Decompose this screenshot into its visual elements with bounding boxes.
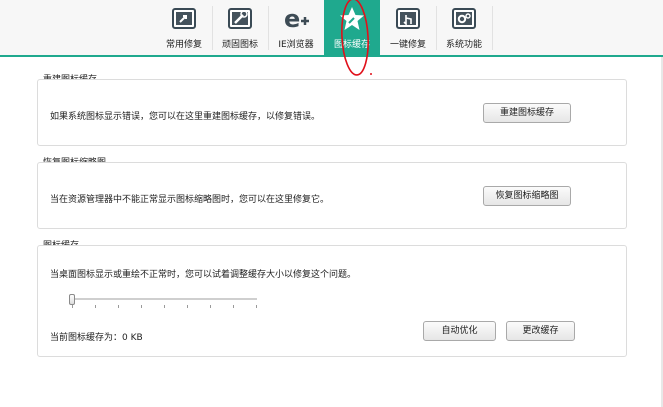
- common-repair-icon: [170, 5, 198, 33]
- tab-one-click-repair[interactable]: 一键修复: [380, 0, 436, 55]
- tab-label: 顽固图标: [221, 40, 258, 50]
- tab-label: 图标缓存: [333, 40, 370, 50]
- slider-tick: [72, 305, 73, 308]
- slider-tick: [118, 305, 119, 308]
- tab-label: 一键修复: [389, 40, 426, 50]
- slider-tick: [256, 305, 257, 308]
- cache-size-slider-handle[interactable]: [69, 294, 75, 305]
- auto-optimize-button[interactable]: 自动优化: [423, 321, 496, 341]
- ie-browser-icon: e: [282, 5, 310, 33]
- thumbnail-description: 当在资源管理器中不能正常显示图标缩略图时，您可以在这里修复它。: [50, 195, 330, 205]
- tab-common-repair[interactable]: 常用修复: [156, 0, 212, 55]
- slider-tick: [210, 305, 211, 308]
- top-toolbar: 常用修复 顽固图标 e IE浏览器 图标缓存 一键修复 系统功能: [0, 0, 663, 57]
- stubborn-icon-tool-icon: [226, 5, 254, 33]
- svg-text:e: e: [284, 5, 300, 33]
- slider-tick: [95, 305, 96, 308]
- slider-tick: [233, 305, 234, 308]
- system-gear-icon: [450, 5, 478, 33]
- current-cache-size: 当前图标缓存为：0 KB: [50, 333, 143, 343]
- one-click-repair-icon: [394, 5, 422, 33]
- tab-icon-cache[interactable]: 图标缓存: [324, 0, 380, 55]
- tab-label: 常用修复: [165, 40, 202, 50]
- tab-ie-browser[interactable]: e IE浏览器: [268, 0, 324, 55]
- rebuild-description: 如果系统图标显示错误，您可以在这里重建图标缓存，以修复错误。: [50, 112, 321, 122]
- slider-tick: [164, 305, 165, 308]
- cache-description: 当桌面图标显示或重绘不正常时，您可以试着调整缓存大小以修复这个问题。: [50, 270, 357, 280]
- tab-label: 系统功能: [445, 40, 482, 50]
- tab-label: IE浏览器: [278, 40, 314, 50]
- slider-tick: [141, 305, 142, 308]
- icon-cache-star-icon: [338, 5, 366, 33]
- change-cache-button[interactable]: 更改缓存: [506, 321, 575, 341]
- slider-tick: [187, 305, 188, 308]
- tab-system-functions[interactable]: 系统功能: [436, 0, 492, 55]
- rebuild-cache-button[interactable]: 重建图标缓存: [483, 103, 571, 123]
- restore-thumbnail-button[interactable]: 恢复图标缩略图: [483, 186, 571, 206]
- tab-stubborn-icons[interactable]: 顽固图标: [212, 0, 268, 55]
- cache-size-slider-track[interactable]: [70, 298, 257, 300]
